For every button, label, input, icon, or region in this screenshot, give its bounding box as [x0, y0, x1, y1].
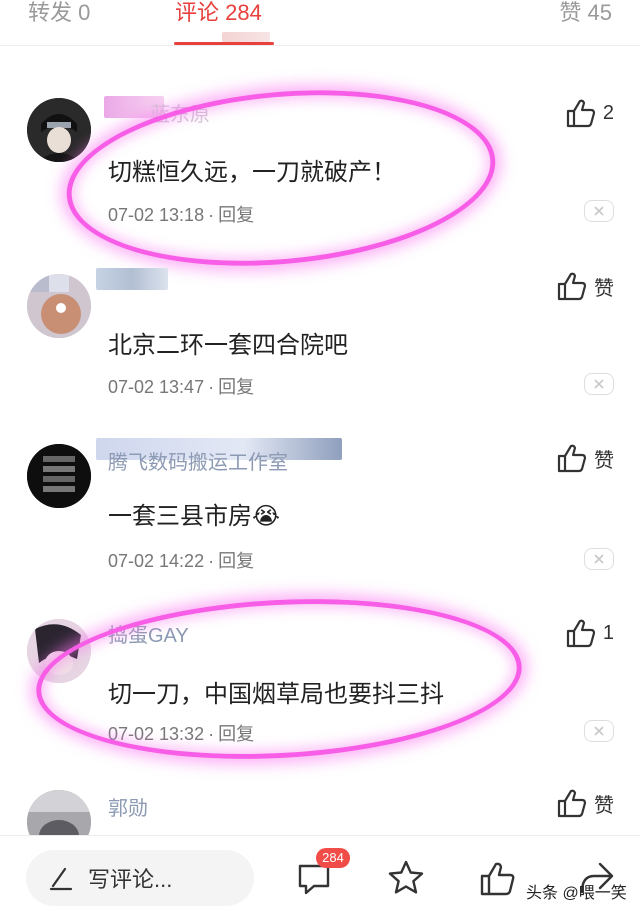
comment-username[interactable]: 郭勋	[108, 792, 148, 821]
tab-comments[interactable]: 评论 284	[175, 0, 262, 26]
comment-text: 切一刀，中国烟草局也要抖三抖	[108, 681, 444, 708]
comment-time: 07-02 14:22	[108, 551, 205, 571]
thumbs-up-icon	[557, 789, 587, 818]
close-icon	[594, 554, 604, 564]
avatar-image	[27, 619, 91, 683]
dismiss-button[interactable]	[584, 548, 614, 570]
comment-meta: 07-02 13:32 · 回复	[108, 724, 255, 744]
comment-time: 07-02 13:18	[108, 205, 205, 225]
comment-username[interactable]: 蓝东原	[150, 98, 210, 127]
reply-link[interactable]: 回复	[218, 377, 254, 397]
comment-username[interactable]: 腾飞数码搬运工作室	[108, 446, 288, 475]
comment-meta: 07-02 13:47 · 回复	[108, 377, 255, 397]
close-icon	[594, 379, 604, 389]
comment-meta: 07-02 14:22 · 回复	[108, 551, 255, 571]
reply-link[interactable]: 回复	[218, 551, 254, 571]
tab-ghost-text	[222, 32, 270, 42]
dismiss-button[interactable]	[584, 200, 614, 222]
thumbs-up-icon	[566, 619, 595, 648]
avatar[interactable]	[27, 444, 91, 508]
comment-text: 北京二环一套四合院吧	[108, 332, 348, 359]
like-count: 赞	[594, 794, 614, 817]
username-blur	[96, 268, 168, 290]
avatar-image	[27, 98, 91, 162]
thumbs-up-icon	[557, 444, 587, 473]
active-tab-indicator	[174, 42, 274, 45]
like-count: 赞	[594, 449, 614, 472]
dismiss-button[interactable]	[584, 373, 614, 395]
thumbs-up-icon	[566, 99, 595, 128]
comment-text: 切糕恒久远，一刀就破产！	[108, 159, 396, 186]
bottom-action-bar: 写评论... 284	[0, 835, 640, 915]
comment-text: 一套三县市房😭	[108, 503, 281, 530]
close-icon	[594, 206, 604, 216]
like-button[interactable]: 2	[565, 98, 614, 128]
reply-link[interactable]: 回复	[218, 724, 254, 744]
tab-bar: 转发 0 评论 284 赞 45	[0, 0, 640, 46]
tab-reposts[interactable]: 转发 0	[28, 0, 90, 26]
pencil-icon	[49, 867, 73, 891]
comment-time: 07-02 13:47	[108, 377, 205, 397]
like-count: 2	[602, 101, 614, 124]
like-count: 赞	[594, 277, 614, 300]
write-comment-placeholder: 写评论...	[88, 867, 173, 892]
thumbs-up-icon[interactable]	[478, 858, 518, 898]
avatar-image	[27, 444, 91, 508]
like-button[interactable]: 赞	[556, 788, 614, 818]
avatar[interactable]	[27, 619, 91, 683]
like-button[interactable]: 赞	[556, 271, 614, 301]
comment-time: 07-02 13:32	[108, 724, 205, 744]
star-icon[interactable]	[386, 858, 426, 898]
like-count: 1	[602, 621, 614, 644]
like-button[interactable]: 赞	[556, 443, 614, 473]
avatar[interactable]	[27, 98, 91, 162]
close-icon	[594, 726, 604, 736]
dismiss-button[interactable]	[584, 720, 614, 742]
comment-meta: 07-02 13:18 · 回复	[108, 205, 255, 225]
comment-username[interactable]: 捣蛋GAY	[108, 619, 189, 648]
watermark-text: 头条 @喂一笑	[526, 885, 627, 902]
write-comment-input[interactable]: 写评论...	[26, 850, 254, 906]
avatar-image	[27, 274, 91, 338]
like-button[interactable]: 1	[565, 618, 614, 648]
avatar[interactable]	[27, 274, 91, 338]
thumbs-up-icon	[557, 272, 587, 301]
tab-likes[interactable]: 赞 45	[559, 0, 612, 26]
reply-link[interactable]: 回复	[218, 205, 254, 225]
comment-count-badge: 284	[316, 848, 350, 868]
